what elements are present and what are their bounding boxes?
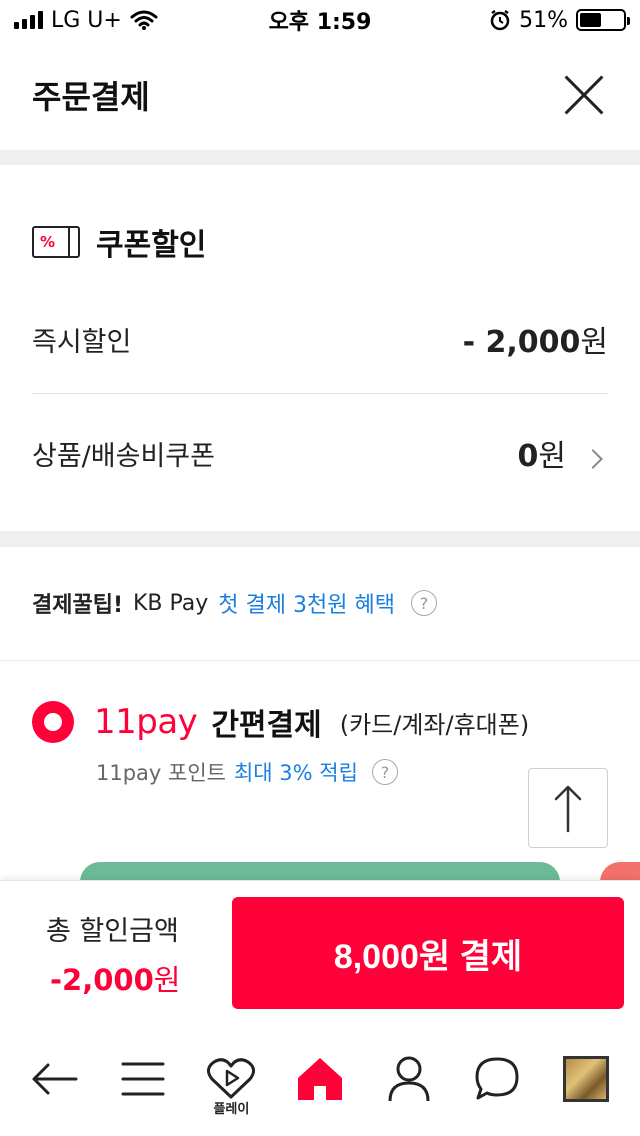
user-icon[interactable] (377, 1047, 441, 1111)
chevron-right-icon[interactable] (583, 449, 603, 469)
product-coupon-label: 상품/배송비쿠폰 (32, 440, 215, 472)
close-icon[interactable] (560, 71, 608, 119)
status-right: 51% (489, 7, 630, 33)
pay11-point-highlight: 최대 3% 적립 (233, 761, 358, 785)
home-icon[interactable] (288, 1047, 352, 1111)
instant-discount-row: 즉시할인 - 2,000원 (32, 317, 608, 361)
total-discount-label: 총 할인금액 (46, 916, 179, 947)
play-heart-icon[interactable]: 플레이 (199, 1047, 263, 1117)
pay11-point-row: 11pay 포인트 최대 3% 적립 ? (96, 757, 398, 787)
instant-discount-label: 즉시할인 (32, 326, 132, 358)
battery-fill (580, 13, 602, 27)
carrier-label: LG U+ (51, 7, 122, 33)
total-discount-amount: -2,000원 (50, 963, 181, 997)
row-separator (32, 393, 608, 394)
coupon-title: 쿠폰할인 (96, 228, 207, 263)
tip-provider: KB Pay (133, 590, 209, 616)
section-separator (0, 660, 640, 661)
wifi-icon (130, 10, 158, 30)
page-header: 주문결제 (0, 40, 640, 150)
bottom-tab-bar: 플레이 (0, 1022, 640, 1136)
back-arrow-icon[interactable] (22, 1047, 86, 1111)
scroll-to-top-button[interactable] (528, 768, 608, 848)
pay11-brand: 11pay (94, 702, 198, 742)
play-label: 플레이 (213, 1102, 250, 1117)
recent-item-thumbnail[interactable] (562, 1056, 609, 1102)
arrow-up-icon (554, 785, 582, 833)
instant-discount-value: - 2,000원 (462, 325, 608, 360)
pay11-subtitle: (카드/계좌/휴대폰) (339, 710, 530, 739)
product-coupon-row[interactable]: 상품/배송비쿠폰 0원 (32, 431, 608, 475)
page-title: 주문결제 (32, 78, 150, 116)
payment-summary-bar: 총 할인금액 -2,000원 8,000원 결제 (0, 880, 640, 1022)
signal-icon (14, 11, 43, 29)
pay-button[interactable]: 8,000원 결제 (232, 897, 624, 1009)
pay11-title: 간편결제 (211, 708, 322, 743)
section-divider (0, 150, 640, 165)
radio-selected-icon[interactable] (32, 701, 74, 743)
coupon-title-row: % 쿠폰할인 (32, 220, 206, 264)
coupon-icon: % (32, 226, 80, 258)
help-icon[interactable]: ? (371, 759, 398, 785)
tip-link[interactable]: 첫 결제 3천원 혜택 (218, 587, 395, 619)
coupon-section: % 쿠폰할인 즉시할인 - 2,000원 상품/배송비쿠폰 0원 (0, 165, 640, 531)
thumbnail-icon[interactable] (554, 1047, 618, 1111)
help-icon[interactable]: ? (410, 590, 437, 616)
pay11-option[interactable]: 11pay 간편결제 (카드/계좌/휴대폰) (32, 700, 529, 744)
battery-percent: 51% (519, 7, 568, 33)
alarm-icon (490, 9, 510, 31)
chat-icon[interactable] (465, 1047, 529, 1111)
status-left: LG U+ (14, 8, 158, 33)
pay11-point-prefix: 11pay 포인트 (96, 761, 226, 785)
product-coupon-value: 0원 (518, 431, 608, 475)
battery-icon (576, 9, 630, 31)
section-divider (0, 531, 640, 547)
coupon-icon-percent: % (40, 233, 56, 251)
tip-label: 결제꿀팁! (32, 593, 123, 618)
status-bar: LG U+ 오후 1:59 51% (0, 0, 640, 40)
menu-icon[interactable] (111, 1047, 175, 1111)
payment-tip: 결제꿀팁! KB Pay 첫 결제 3천원 혜택 ? (32, 587, 437, 619)
